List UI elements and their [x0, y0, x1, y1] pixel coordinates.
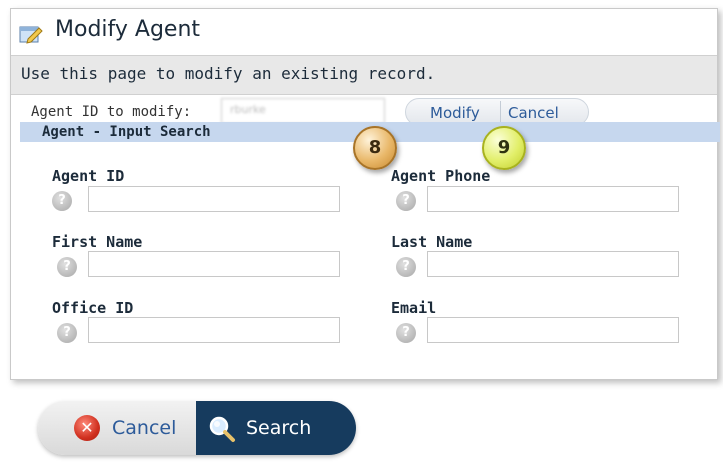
modify-button[interactable]: Modify	[430, 104, 480, 122]
close-circle-icon: ✕	[74, 415, 100, 441]
edit-document-icon	[19, 24, 43, 44]
footer-cancel-label: Cancel	[112, 417, 177, 439]
first-name-label: First Name	[52, 233, 143, 251]
last-name-input[interactable]	[427, 251, 679, 277]
first-name-input[interactable]	[88, 251, 340, 277]
help-icon[interactable]: ?	[396, 257, 416, 277]
search-button[interactable]: Search	[196, 401, 356, 455]
agent-phone-input[interactable]	[427, 186, 679, 212]
title-bar: Modify Agent	[11, 9, 717, 55]
agent-phone-label: Agent Phone	[391, 167, 491, 185]
email-label: Email	[391, 299, 437, 317]
email-input[interactable]	[427, 317, 679, 343]
agent-id-to-modify-input[interactable]: rburke	[221, 98, 385, 124]
agent-id-input[interactable]	[88, 186, 340, 212]
callout-badge-9: 9	[482, 126, 526, 170]
footer-cancel-button[interactable]: ✕ Cancel	[38, 401, 196, 455]
button-divider	[500, 101, 501, 123]
agent-id-label: Agent ID	[52, 167, 125, 185]
last-name-label: Last Name	[391, 233, 473, 251]
help-icon[interactable]: ?	[396, 323, 416, 343]
page-description: Use this page to modify an existing reco…	[21, 64, 436, 83]
help-icon[interactable]: ?	[57, 257, 77, 277]
search-button-label: Search	[246, 417, 312, 439]
footer-button-group: ✕ Cancel Search	[38, 401, 356, 455]
page-title: Modify Agent	[55, 17, 201, 42]
office-id-input[interactable]	[88, 317, 340, 343]
help-icon[interactable]: ?	[52, 191, 72, 211]
section-title: Agent - Input Search	[42, 124, 211, 140]
callout-badge-8: 8	[353, 126, 397, 170]
subtitle-bar: Use this page to modify an existing reco…	[11, 55, 717, 95]
magnifier-icon	[208, 415, 236, 443]
cancel-button[interactable]: Cancel	[508, 104, 559, 122]
help-icon[interactable]: ?	[57, 323, 77, 343]
help-icon[interactable]: ?	[396, 191, 416, 211]
agent-id-to-modify-label: Agent ID to modify:	[31, 104, 192, 120]
modify-agent-panel: Modify Agent Use this page to modify an …	[10, 8, 718, 380]
office-id-label: Office ID	[52, 299, 134, 317]
